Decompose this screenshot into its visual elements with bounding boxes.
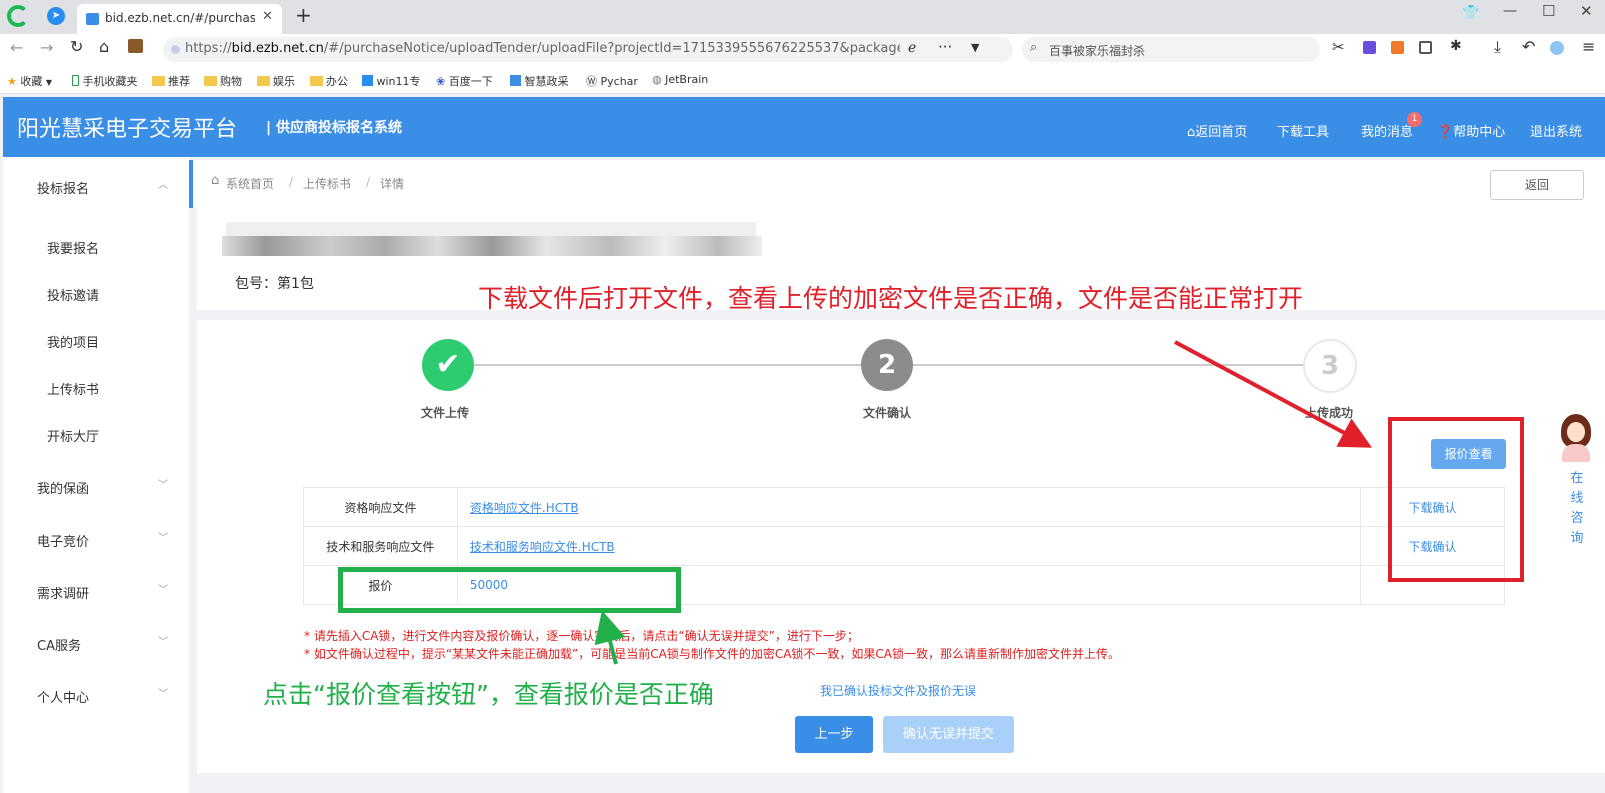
annotation-red-arrow: [1174, 340, 1373, 448]
annotation-arrows: [594, 340, 1373, 665]
annotation-green-arrow: [594, 610, 626, 665]
